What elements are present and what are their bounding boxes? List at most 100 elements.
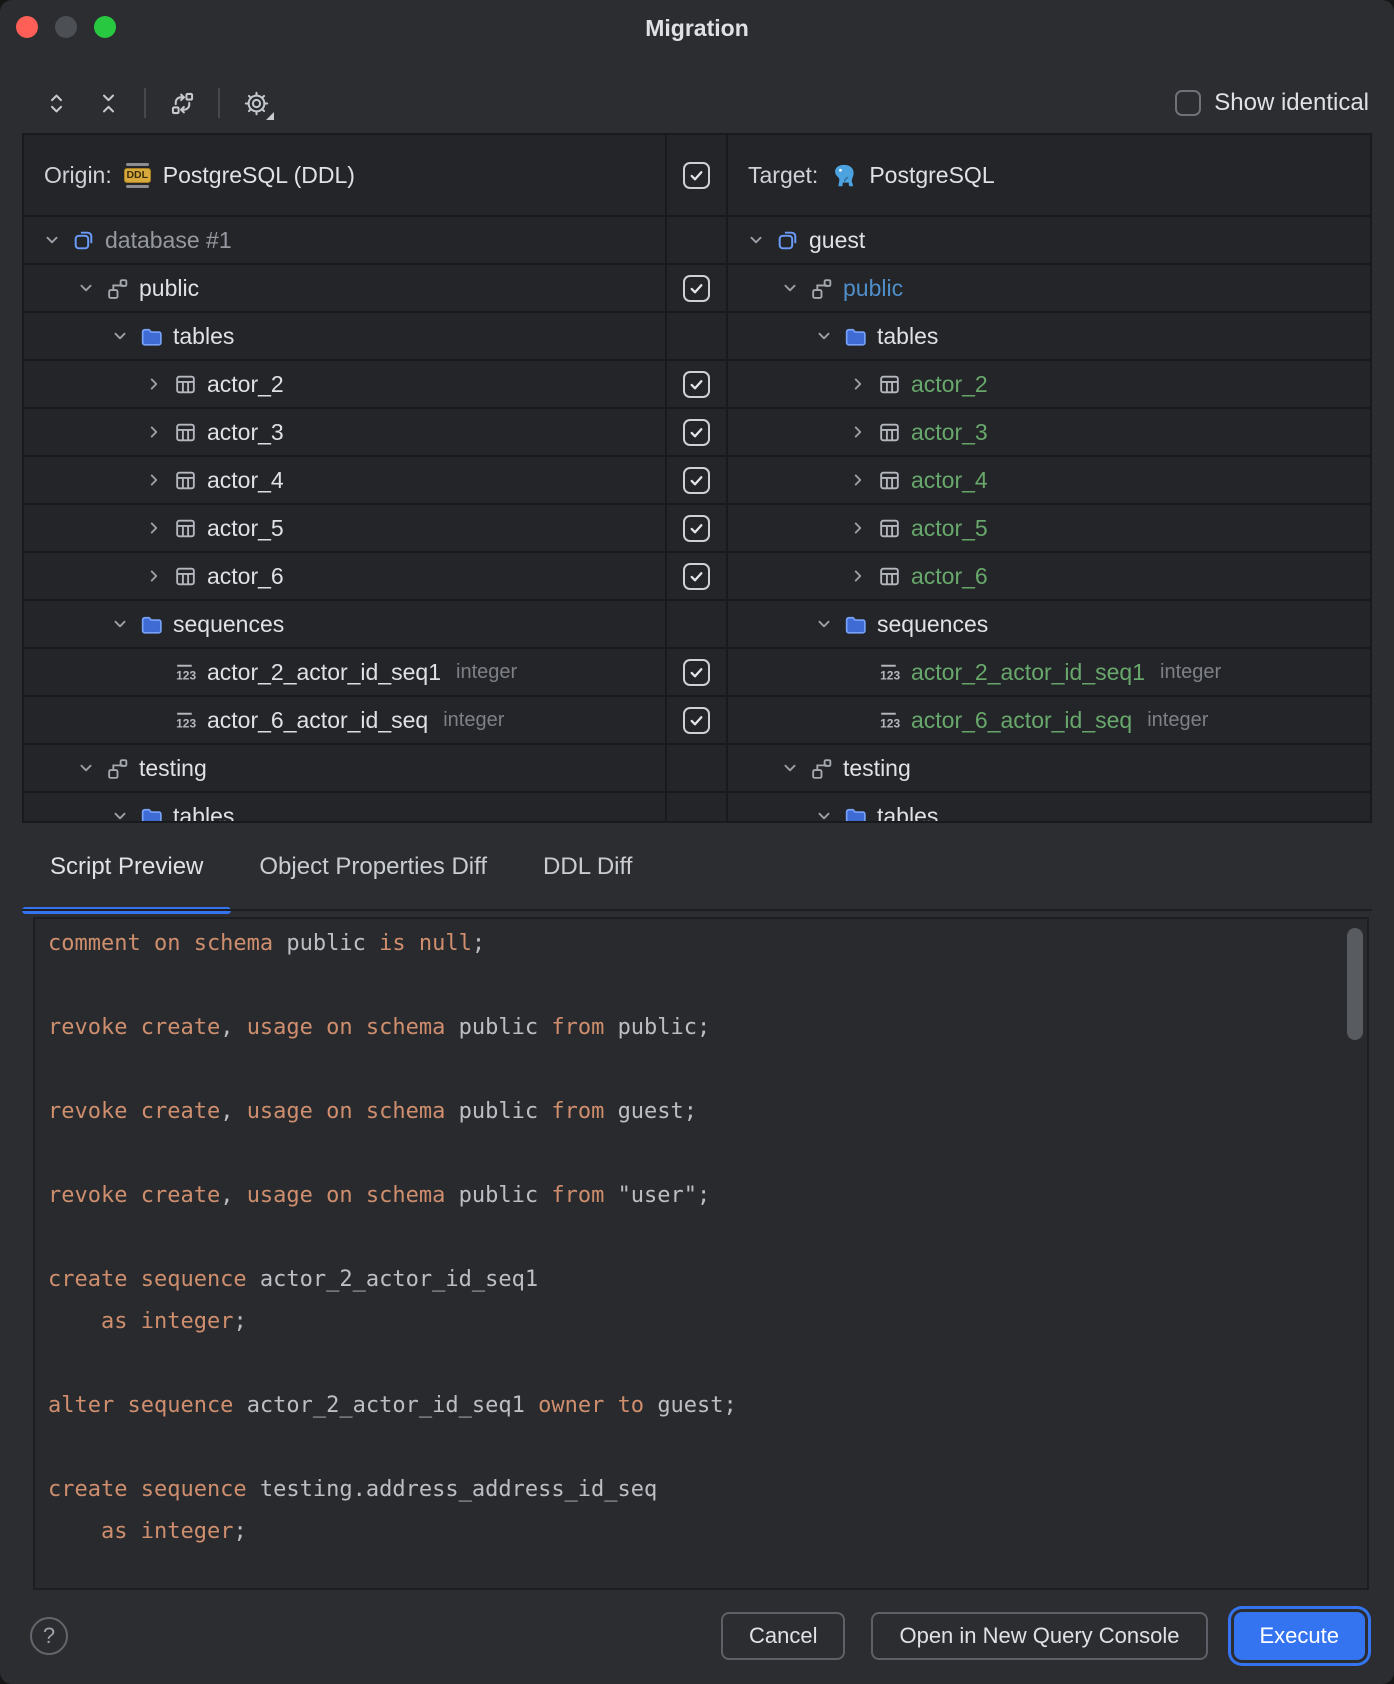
chevron-down-icon[interactable] (812, 612, 836, 636)
row-checkbox[interactable] (683, 419, 710, 446)
chevron-down-icon[interactable] (744, 228, 768, 252)
editor-scrollbar-thumb[interactable] (1347, 928, 1363, 1040)
script-preview-editor[interactable]: comment on schema public is null; revoke … (33, 917, 1369, 1590)
row-checkbox[interactable] (683, 563, 710, 590)
chevron-down-icon[interactable] (108, 324, 132, 348)
tree-row[interactable]: tablestables (24, 791, 1370, 823)
settings-gear-icon[interactable] (240, 87, 272, 119)
show-identical-toggle[interactable]: Show identical (1175, 76, 1369, 130)
chevron-right-icon[interactable] (846, 468, 870, 492)
origin-datasource-name: PostgreSQL (DDL) (163, 162, 355, 189)
row-checkbox-cell (665, 457, 728, 503)
synchronize-icon[interactable] (166, 87, 198, 119)
chevron-right-icon[interactable] (846, 372, 870, 396)
tree-row[interactable]: 123actor_2_actor_id_seq1integer123actor_… (24, 647, 1370, 695)
tree-row[interactable]: sequencessequences (24, 599, 1370, 647)
toolbar-separator (144, 88, 146, 118)
minimize-window-button[interactable] (55, 16, 77, 38)
database-icon (71, 228, 96, 253)
chevron-down-icon[interactable] (74, 756, 98, 780)
chevron-right-icon[interactable] (142, 468, 166, 492)
tree-row[interactable]: actor_6actor_6 (24, 551, 1370, 599)
svg-text:123: 123 (176, 716, 196, 730)
collapse-all-icon[interactable] (92, 87, 124, 119)
tree-row[interactable]: actor_3actor_3 (24, 407, 1370, 455)
chevron-right-icon[interactable] (846, 516, 870, 540)
chevron-right-icon[interactable] (142, 564, 166, 588)
chevron-down-icon[interactable] (778, 276, 802, 300)
toolbar (40, 76, 272, 130)
table-icon (173, 468, 198, 493)
data-type-label: integer (456, 661, 517, 684)
tree-node-label: actor_2_actor_id_seq1 (911, 659, 1145, 686)
chevron-down-icon[interactable] (40, 228, 64, 252)
tree-cell-target: public (728, 265, 1370, 311)
tree-cell-origin: database #1 (24, 217, 665, 263)
row-checkbox[interactable] (683, 371, 710, 398)
folder-icon (843, 804, 868, 824)
row-checkbox[interactable] (683, 467, 710, 494)
code-line (48, 1049, 1367, 1091)
chevron-down-icon[interactable] (812, 804, 836, 823)
tree-node-label: tables (173, 803, 234, 824)
tree-row[interactable]: publicpublic (24, 263, 1370, 311)
tree-node-label: actor_6 (207, 563, 284, 590)
row-checkbox-cell (665, 553, 728, 599)
tree-row[interactable]: actor_4actor_4 (24, 455, 1370, 503)
chevron-right-icon[interactable] (142, 516, 166, 540)
code-line: revoke create, usage on schema public fr… (48, 1175, 1367, 1217)
execute-button[interactable]: Execute (1234, 1612, 1366, 1660)
chevron-down-icon[interactable] (812, 324, 836, 348)
table-icon (877, 372, 902, 397)
row-checkbox[interactable] (683, 707, 710, 734)
tab-label: Object Properties Diff (259, 853, 487, 881)
code-line: as integer; (48, 1301, 1367, 1343)
expand-all-icon[interactable] (40, 87, 72, 119)
zoom-window-button[interactable] (94, 16, 116, 38)
tree-cell-target: 123actor_2_actor_id_seq1integer (728, 649, 1370, 695)
chevron-down-icon[interactable] (108, 804, 132, 823)
preview-tabs: Script Preview Object Properties Diff DDL … (22, 823, 1372, 911)
tree-cell-target: tables (728, 313, 1370, 359)
tree-node-label: actor_3 (207, 419, 284, 446)
tab-object-properties-diff[interactable]: Object Properties Diff (231, 823, 515, 911)
tree-rows: database #1guestpublicpublictablestables… (24, 215, 1370, 823)
migration-dialog: Migration (0, 0, 1394, 1684)
postgresql-elephant-icon (830, 162, 857, 189)
row-checkbox-cell (665, 265, 728, 311)
tree-row[interactable]: testingtesting (24, 743, 1370, 791)
tree-node-label: tables (877, 323, 938, 350)
table-icon (173, 372, 198, 397)
tree-row[interactable]: database #1guest (24, 215, 1370, 263)
open-in-new-query-console-button[interactable]: Open in New Query Console (871, 1612, 1207, 1660)
chevron-right-icon[interactable] (142, 372, 166, 396)
help-button[interactable]: ? (30, 1617, 68, 1655)
row-checkbox-cell (665, 505, 728, 551)
chevron-down-icon[interactable] (778, 756, 802, 780)
tree-row[interactable]: 123actor_6_actor_id_seqinteger123actor_6… (24, 695, 1370, 743)
code-line: comment on schema public is null; (48, 923, 1367, 965)
tree-row[interactable]: actor_2actor_2 (24, 359, 1370, 407)
tree-row[interactable]: tablestables (24, 311, 1370, 359)
show-identical-checkbox[interactable] (1175, 90, 1201, 116)
tab-ddl-diff[interactable]: DDL Diff (515, 823, 660, 911)
ddl-datasource-icon: DDL (124, 162, 151, 189)
row-checkbox[interactable] (683, 515, 710, 542)
row-checkbox[interactable] (683, 659, 710, 686)
cancel-button[interactable]: Cancel (721, 1612, 845, 1660)
chevron-down-icon[interactable] (108, 612, 132, 636)
chevron-right-icon[interactable] (846, 564, 870, 588)
chevron-right-icon[interactable] (846, 420, 870, 444)
chevron-right-icon[interactable] (142, 420, 166, 444)
close-window-button[interactable] (16, 16, 38, 38)
tree-row[interactable]: actor_5actor_5 (24, 503, 1370, 551)
tree-cell-target: 123actor_6_actor_id_seqinteger (728, 697, 1370, 743)
select-all-checkbox[interactable] (683, 162, 710, 189)
tree-node-label: sequences (877, 611, 988, 638)
tab-script-preview[interactable]: Script Preview (22, 823, 231, 911)
row-checkbox-cell (665, 361, 728, 407)
chevron-down-icon[interactable] (74, 276, 98, 300)
row-checkbox[interactable] (683, 275, 710, 302)
schema-icon (809, 276, 834, 301)
row-checkbox-cell (665, 409, 728, 455)
